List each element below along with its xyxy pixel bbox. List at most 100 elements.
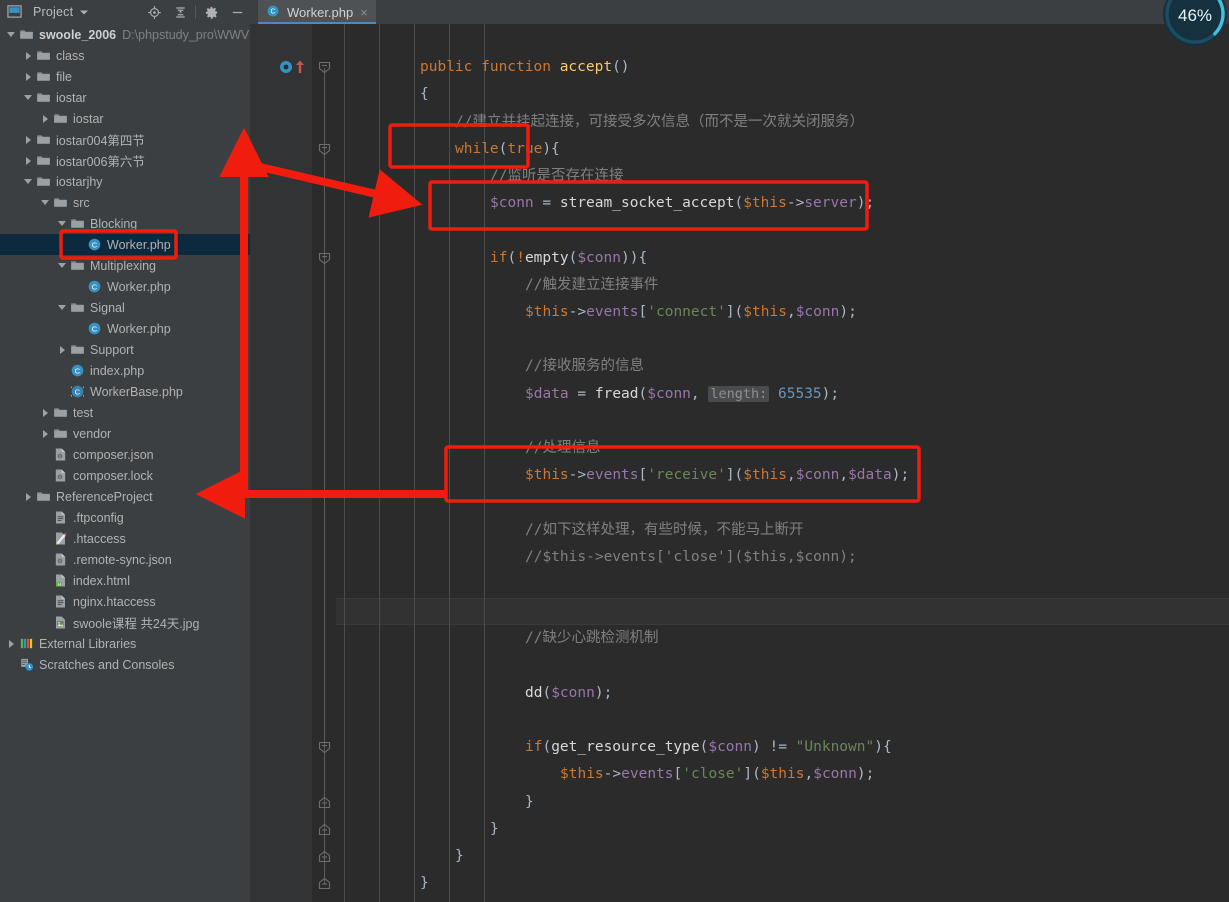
locate-icon[interactable] [141,1,167,23]
collapse-all-icon[interactable] [167,1,193,23]
tree-item-worker-php[interactable]: C Worker.php [0,234,250,255]
project-tree[interactable]: swoole_2006 D:\phpstudy_pro\WWV class file i… [0,24,250,902]
code-line[interactable]: //$this->events['close']($this,$conn); [336,544,1229,571]
tree-item-external-libraries[interactable]: External Libraries [0,633,250,654]
code-line[interactable]: //处理信息 [336,435,1229,462]
tree-item-composer-lock[interactable]: composer.lock [0,465,250,486]
code-line[interactable]: $data = fread($conn, length: 65535); [336,381,1229,408]
tree-item-support[interactable]: Support [0,339,250,360]
tree-expand-arrow-icon[interactable] [23,491,34,502]
code-line[interactable]: //触发建立连接事件 [336,272,1229,299]
tree-item-index-php[interactable]: Cindex.php [0,360,250,381]
tree-item-workerbase-php[interactable]: C WorkerBase.php [0,381,250,402]
editor-fold-column[interactable] [312,24,336,902]
code-line[interactable]: } [336,816,1229,843]
code-line[interactable] [336,598,1229,625]
code-fold-toggle-icon[interactable] [318,823,331,836]
method-override-icon[interactable] [278,59,294,80]
code-line[interactable]: //监听是否存在连接 [336,163,1229,190]
code-line[interactable]: //建立并挂起连接，可接受多次信息（而不是一次就关闭服务） [336,109,1229,136]
code-line[interactable]: while(true){ [336,136,1229,163]
tree-expand-arrow-icon[interactable] [6,29,17,40]
tree-expand-arrow-icon[interactable] [40,113,51,124]
code-line[interactable] [336,217,1229,244]
tree-item--htaccess[interactable]: .htaccess [0,528,250,549]
tree-item-swoole-2006[interactable]: swoole_2006 D:\phpstudy_pro\WWV [0,24,250,45]
code-fold-toggle-icon[interactable] [318,741,331,754]
code-fold-toggle-icon[interactable] [318,850,331,863]
code-pane[interactable]: public function accept(){//建立并挂起连接，可接受多次… [336,24,1229,902]
tree-item-iostarjhy[interactable]: iostarjhy [0,171,250,192]
code-line[interactable]: } [336,789,1229,816]
tree-expand-arrow-icon[interactable] [23,50,34,61]
code-line[interactable] [336,27,1229,54]
tree-item-scratches-and-consoles[interactable]: Scratches and Consoles [0,654,250,675]
code-fold-toggle-icon[interactable] [318,252,331,265]
close-icon[interactable]: × [358,6,370,19]
tree-expand-arrow-icon[interactable] [23,92,34,103]
tree-item-signal[interactable]: Signal [0,297,250,318]
tree-expand-arrow-icon[interactable] [23,176,34,187]
code-line[interactable]: if(get_resource_type($conn) != "Unknown"… [336,734,1229,761]
tab-worker-php[interactable]: C Worker.php × [258,0,376,24]
code-line[interactable]: { [336,81,1229,108]
tree-expand-arrow-icon[interactable] [23,134,34,145]
tree-expand-arrow-icon[interactable] [40,407,51,418]
tree-item-blocking[interactable]: Blocking [0,213,250,234]
tree-item-worker-php[interactable]: C Worker.php [0,318,250,339]
code-line[interactable] [336,326,1229,353]
tree-item-swoole-24-jpg[interactable]: swoole课程 共24天.jpg [0,612,250,633]
code-fold-toggle-icon[interactable] [318,143,331,156]
tree-item-iostar[interactable]: iostar [0,108,250,129]
tree-expand-arrow-icon[interactable] [40,197,51,208]
code-line[interactable]: } [336,870,1229,897]
code-line[interactable] [336,408,1229,435]
modified-arrow-icon[interactable] [294,59,306,80]
code-line[interactable]: $this->events['connect']($this,$conn); [336,299,1229,326]
tree-item-index-html[interactable]: Hindex.html [0,570,250,591]
hide-panel-icon[interactable] [224,1,250,23]
settings-gear-icon[interactable] [198,1,224,23]
tree-item-test[interactable]: test [0,402,250,423]
chevron-down-icon[interactable] [79,4,89,20]
tree-expand-arrow-icon[interactable] [23,71,34,82]
code-line[interactable]: $this->events['close']($this,$conn); [336,761,1229,788]
tree-item-multiplexing[interactable]: Multiplexing [0,255,250,276]
code-fold-toggle-icon[interactable] [318,796,331,809]
code-line[interactable]: public function accept() [336,54,1229,81]
tree-expand-arrow-icon[interactable] [57,302,68,313]
tree-item-nginx-htaccess[interactable]: nginx.htaccess [0,591,250,612]
code-line[interactable]: } [336,843,1229,870]
code-line[interactable] [336,489,1229,516]
tree-item-worker-php[interactable]: C Worker.php [0,276,250,297]
code-line[interactable] [336,571,1229,598]
code-line[interactable]: $this->events['receive']($this,$conn,$da… [336,462,1229,489]
code-fold-toggle-icon[interactable] [318,61,331,74]
tree-item-file[interactable]: file [0,66,250,87]
tree-item-referenceproject[interactable]: ReferenceProject [0,486,250,507]
tree-expand-arrow-icon[interactable] [57,218,68,229]
tree-item-iostar[interactable]: iostar [0,87,250,108]
tree-item-src[interactable]: src [0,192,250,213]
code-line[interactable] [336,653,1229,680]
tree-expand-arrow-icon[interactable] [57,344,68,355]
code-line[interactable]: //如下这样处理，有些时候，不能马上断开 [336,517,1229,544]
tree-item-composer-json[interactable]: composer.json [0,444,250,465]
code-line[interactable] [336,707,1229,734]
tree-item--ftpconfig[interactable]: .ftpconfig [0,507,250,528]
project-title-group[interactable]: Project [0,4,93,20]
tree-expand-arrow-icon[interactable] [23,155,34,166]
code-line[interactable]: $conn = stream_socket_accept($this->serv… [336,190,1229,217]
code-line[interactable]: if(!empty($conn)){ [336,245,1229,272]
code-line[interactable]: dd($conn); [336,680,1229,707]
tree-item-iostar006-[interactable]: iostar006第六节 [0,150,250,171]
tree-item-iostar004-[interactable]: iostar004第四节 [0,129,250,150]
code-line[interactable]: //接收服务的信息 [336,353,1229,380]
tree-item--remote-sync-json[interactable]: .remote-sync.json [0,549,250,570]
tree-item-class[interactable]: class [0,45,250,66]
tree-expand-arrow-icon[interactable] [6,638,17,649]
code-line[interactable]: //缺少心跳检测机制 [336,625,1229,652]
tree-expand-arrow-icon[interactable] [40,428,51,439]
tree-item-vendor[interactable]: vendor [0,423,250,444]
code-fold-toggle-icon[interactable] [318,877,331,890]
